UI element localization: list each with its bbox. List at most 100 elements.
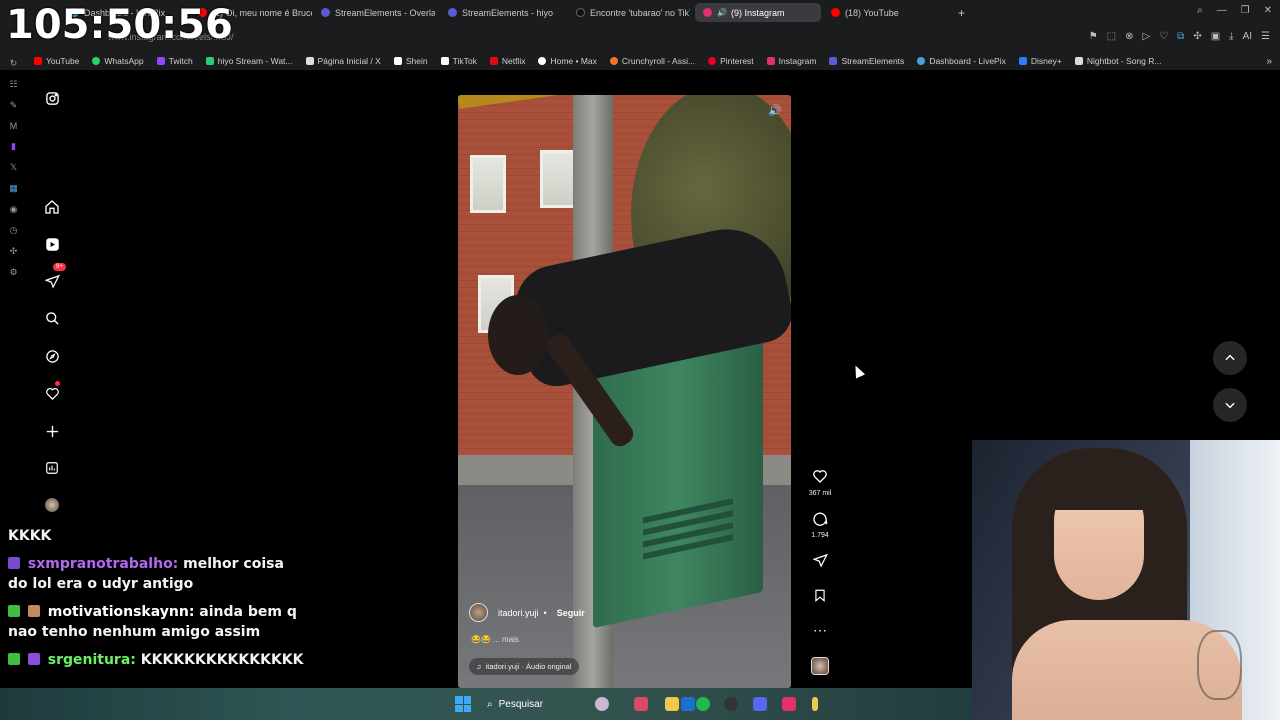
player-icon[interactable]: ◉: [10, 204, 18, 215]
notifications-heart-icon[interactable]: [40, 381, 64, 405]
bookmark-max[interactable]: Home • Max: [538, 56, 597, 66]
download-icon[interactable]: ⤓: [1229, 31, 1233, 42]
search-icon[interactable]: [40, 306, 64, 330]
instagram-logo-icon[interactable]: [40, 86, 64, 110]
like-heart-icon[interactable]: [806, 468, 834, 488]
app-icon-1[interactable]: [634, 697, 648, 711]
audio-label: itadori.yuji · Áudio original: [485, 662, 572, 671]
extensions-panel-icon[interactable]: ✣: [10, 246, 18, 257]
netflix-icon: [489, 57, 498, 65]
bookmark-nightbot[interactable]: Nightbot - Song R...: [1074, 56, 1161, 66]
extension-icon[interactable]: ⧉: [1177, 31, 1184, 42]
clock-icon[interactable]: ◷: [10, 225, 18, 236]
close-icon[interactable]: ✕: [1264, 5, 1272, 16]
play-icon[interactable]: ▷: [1143, 31, 1151, 42]
bookmark-disney[interactable]: Disney+: [1018, 56, 1062, 66]
bookmark-icon[interactable]: ⚑: [1089, 31, 1098, 42]
discord-icon[interactable]: [753, 697, 767, 711]
bookmark-hiyo-stream[interactable]: hiyo Stream - Wat...: [205, 56, 293, 66]
mail-icon[interactable]: M: [10, 121, 18, 131]
settings-gear-icon[interactable]: ⚙: [9, 267, 17, 278]
browser-side-rail: ↻ ☷ ✎ M ▮ 𝕏 ▦ ◉ ◷ ✣ ⚙: [0, 52, 27, 312]
volume-icon[interactable]: 🔊: [768, 104, 782, 118]
webcam-tattoo: [1197, 630, 1242, 700]
audio-thumbnail[interactable]: [811, 657, 829, 675]
history-icon[interactable]: ↻: [10, 58, 18, 69]
puzzle-icon[interactable]: ✣: [1193, 31, 1201, 42]
tab-favicon: [703, 8, 712, 17]
bookmark-save-icon[interactable]: [806, 588, 834, 607]
home-icon[interactable]: [40, 195, 64, 219]
folder-icon[interactable]: [665, 697, 679, 711]
widget-icon[interactable]: [595, 697, 609, 711]
browser-tab[interactable]: (18) YouTube: [823, 3, 945, 22]
app-icon-3[interactable]: [724, 697, 738, 711]
windows-start-icon[interactable]: [455, 696, 471, 712]
author-avatar[interactable]: [469, 603, 488, 622]
comment-icon[interactable]: [806, 510, 834, 530]
app-icon-2[interactable]: [681, 697, 695, 711]
bookmark-label: StreamElements: [841, 56, 905, 66]
reading-list-icon[interactable]: ☷: [9, 79, 17, 90]
browser-tab-active[interactable]: 🔊 (9) Instagram: [695, 3, 821, 22]
previous-reel-button[interactable]: [1213, 341, 1247, 375]
avatar: [45, 498, 59, 512]
whatsapp-icon: [92, 57, 101, 65]
bookmark-netflix[interactable]: Netflix: [489, 56, 525, 66]
share-action[interactable]: [806, 553, 834, 572]
spotify-icon[interactable]: [696, 697, 710, 711]
browser-tab[interactable]: StreamElements - hiyo: [440, 3, 562, 22]
menu-icon[interactable]: ☰: [1261, 31, 1270, 42]
reel-video[interactable]: [458, 95, 791, 688]
minimize-icon[interactable]: —: [1217, 5, 1227, 16]
more-options-icon[interactable]: ⋯: [806, 622, 834, 639]
profile-avatar[interactable]: [40, 493, 64, 517]
bookmark-tiktok[interactable]: TikTok: [440, 56, 477, 66]
wallet-icon[interactable]: ▣: [1211, 31, 1220, 42]
reel-audio-pill[interactable]: ♫ itadori.yuji · Áudio original: [469, 658, 579, 675]
app-icon-4[interactable]: [812, 697, 818, 711]
bookmark-instagram[interactable]: Instagram: [766, 56, 816, 66]
reel-caption[interactable]: 😂😂 ... mais: [471, 635, 519, 644]
next-reel-button[interactable]: [1213, 388, 1247, 422]
tab-label: Encontre 'tubarao' no TikTok: [590, 7, 690, 18]
bookmark-x[interactable]: Página Inicial / X: [305, 56, 381, 66]
maximize-icon[interactable]: ❐: [1241, 5, 1250, 16]
explore-icon[interactable]: [40, 344, 64, 368]
tab-label: StreamElements - Overlay: [335, 7, 435, 18]
like-action[interactable]: 367 mil: [806, 468, 834, 497]
save-action[interactable]: [806, 588, 834, 607]
like-count: 367 mil: [808, 490, 832, 497]
bookmark-shein[interactable]: Shein: [393, 56, 428, 66]
messages-icon[interactable]: 9+: [40, 263, 66, 293]
bookmark-twitch[interactable]: Twitch: [156, 56, 193, 66]
bookmark-livepix[interactable]: Dashboard - LivePix: [917, 56, 1006, 66]
bookmark-streamelements[interactable]: StreamElements: [829, 56, 904, 66]
ai-icon[interactable]: AI: [1243, 31, 1252, 42]
reels-icon[interactable]: [40, 232, 64, 256]
share-icon[interactable]: [806, 553, 834, 572]
author-username[interactable]: itadori.yuji: [498, 608, 539, 618]
bookmark-label: Crunchyroll - Assi...: [621, 56, 696, 66]
bookmark-crunchyroll[interactable]: Crunchyroll - Assi...: [609, 56, 696, 66]
x-panel-icon[interactable]: 𝕏: [10, 162, 17, 173]
bookmarks-overflow-icon[interactable]: »: [1266, 56, 1272, 67]
bookmark-whatsapp[interactable]: WhatsApp: [92, 56, 144, 66]
dashboard-icon[interactable]: [40, 456, 64, 480]
screenshot-icon[interactable]: ⬚: [1107, 31, 1116, 42]
new-tab-button[interactable]: +: [950, 3, 968, 22]
notes-icon[interactable]: ✎: [10, 100, 18, 111]
search-tabs-icon[interactable]: ⌕: [1197, 5, 1203, 16]
browser-tab[interactable]: Encontre 'tubarao' no TikTok: [568, 3, 690, 22]
heart-icon[interactable]: ♡: [1159, 31, 1168, 42]
block-icon[interactable]: ⊗: [1125, 31, 1133, 42]
translate-icon[interactable]: ▦: [9, 183, 18, 194]
create-plus-icon[interactable]: [40, 419, 64, 443]
bookmark-pinterest[interactable]: Pinterest: [708, 56, 754, 66]
follow-button[interactable]: Seguir: [557, 608, 585, 618]
comment-action[interactable]: 1.794: [806, 510, 834, 539]
browser-taskbar-icon[interactable]: [782, 697, 796, 711]
browser-tab[interactable]: StreamElements - Overlay: [313, 3, 435, 22]
bookmark-youtube[interactable]: YouTube: [34, 56, 79, 66]
twitch-panel-icon[interactable]: ▮: [11, 141, 16, 152]
